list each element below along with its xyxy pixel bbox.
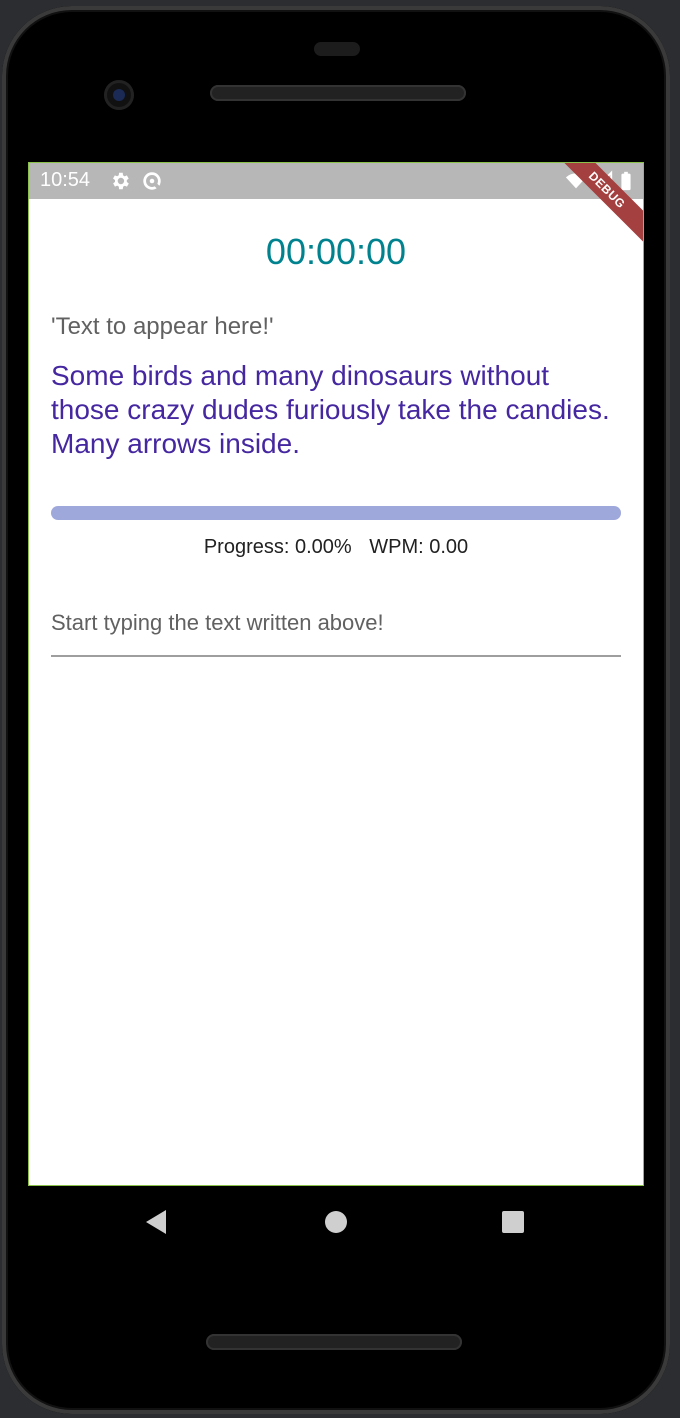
status-bar: 10:54 DEBUG [29, 163, 643, 248]
status-time: 10:54 [40, 169, 91, 191]
progress-label: Progress: 0.00% [203, 536, 352, 558]
prompt-label: 'Text to appear here!' [51, 313, 274, 340]
timer-display: 00:00:00 [265, 231, 407, 272]
typing-input[interactable] [51, 591, 621, 657]
home-icon[interactable] [325, 1211, 347, 1233]
settings-icon [113, 172, 129, 190]
bottom-speaker [206, 1334, 462, 1350]
data-saver-icon [143, 172, 161, 190]
progress-bar [51, 506, 621, 520]
recents-icon[interactable] [502, 1211, 524, 1233]
stats-row: Progress: 0.00% WPM: 0.00 [29, 536, 643, 559]
earpiece [314, 42, 360, 56]
back-icon[interactable] [146, 1210, 166, 1234]
top-speaker [210, 85, 466, 101]
app-screen: 10:54 DEBUG 00:00:00 'Text to appear her… [28, 162, 644, 1186]
front-camera [104, 80, 134, 110]
wpm-label: WPM: 0.00 [369, 536, 469, 558]
target-text: Some birds and many dinosaurs without th… [51, 360, 610, 459]
